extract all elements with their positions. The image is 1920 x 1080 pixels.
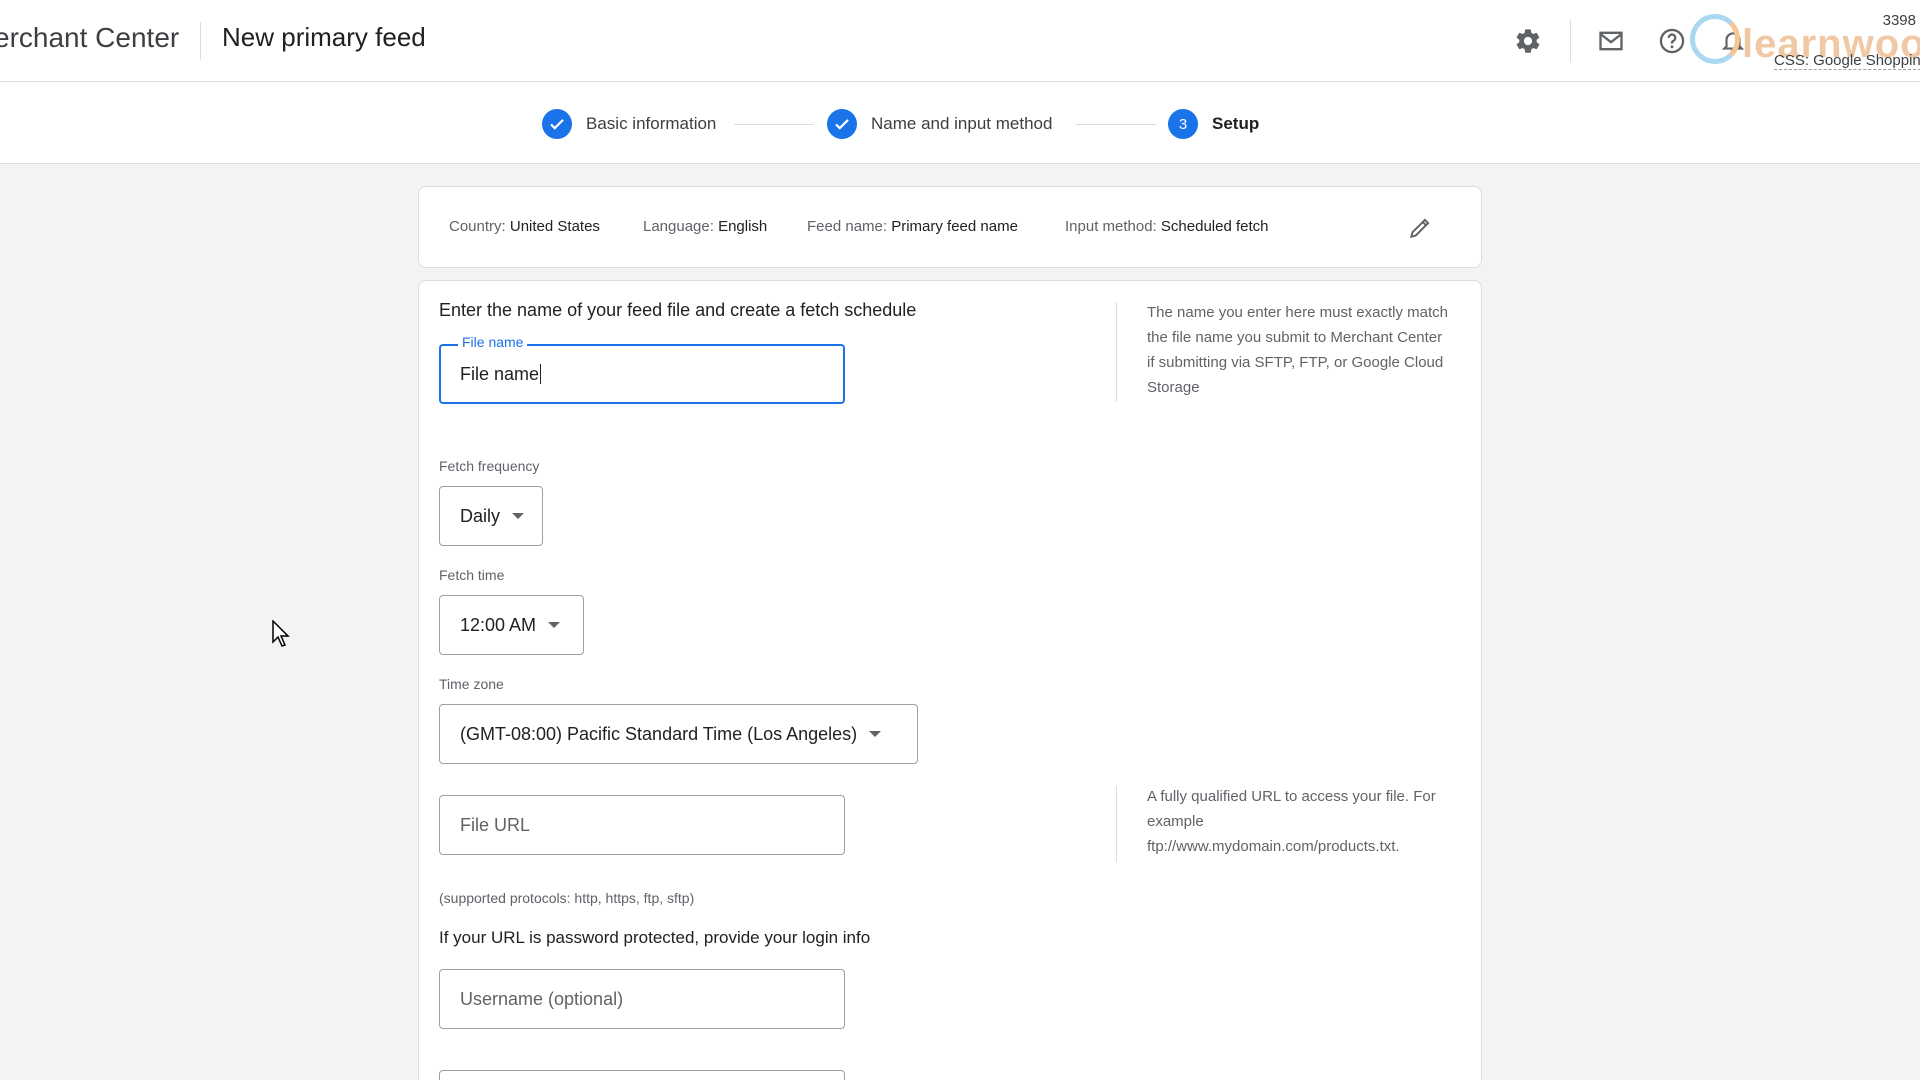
stepper: Basic information Name and input method …	[0, 82, 1920, 164]
mouse-cursor-icon	[272, 619, 292, 653]
help-divider	[1116, 786, 1117, 862]
summary-key: Country:	[449, 218, 506, 235]
summary-value: United States	[509, 218, 600, 235]
watermark-number: 3398	[1882, 12, 1916, 29]
file-name-help-text: The name you enter here must exactly mat…	[1147, 304, 1448, 396]
dropdown-arrow-icon	[548, 622, 561, 628]
summary-language: Language: English	[643, 218, 767, 235]
login-prompt-text: If your URL is password protected, provi…	[439, 928, 871, 947]
step-label: Name and input method	[871, 114, 1053, 133]
step-label: Basic information	[586, 114, 717, 133]
fetch-frequency-label: Fetch frequency	[439, 458, 540, 474]
check-icon	[542, 109, 572, 139]
watermark-caption: CSS: Google Shoppin	[1774, 52, 1920, 70]
summary-value: Primary feed name	[891, 218, 1018, 235]
app-title[interactable]: erchant Center	[0, 22, 179, 54]
summary-key: Input method:	[1065, 218, 1157, 235]
step-connector	[734, 124, 814, 125]
summary-value: Scheduled fetch	[1160, 218, 1269, 235]
fetch-frequency-select[interactable]: Daily	[439, 486, 543, 546]
time-zone-select[interactable]: (GMT-08:00) Pacific Standard Time (Los A…	[439, 704, 918, 764]
password-input[interactable]	[439, 1070, 845, 1080]
summary-feed-name: Feed name: Primary feed name	[807, 218, 1018, 235]
fetch-frequency-value: Daily	[460, 505, 501, 526]
step-label: Setup	[1212, 114, 1260, 133]
fetch-time-select[interactable]: 12:00 AM	[439, 595, 584, 655]
summary-country: Country: United States	[449, 218, 600, 235]
file-url-placeholder: File URL	[460, 814, 531, 835]
summary-key: Language:	[643, 218, 714, 235]
file-url-help-text: A fully qualified URL to access your fil…	[1147, 788, 1436, 855]
dropdown-arrow-icon	[512, 513, 525, 519]
watermark-logo-icon	[1690, 14, 1740, 64]
file-name-label: File name	[458, 334, 528, 350]
file-url-input[interactable]: File URL	[439, 795, 845, 855]
time-zone-label: Time zone	[439, 676, 504, 692]
username-input[interactable]: Username (optional)	[439, 969, 845, 1029]
step-name-and-input-method[interactable]: Name and input method	[827, 109, 1052, 139]
page-title: New primary feed	[222, 22, 426, 52]
file-name-value: File name	[460, 363, 540, 384]
dropdown-arrow-icon	[869, 731, 882, 737]
mail-icon[interactable]	[1594, 24, 1628, 58]
help-divider	[1116, 302, 1117, 402]
fetch-time-value: 12:00 AM	[460, 614, 537, 635]
step-connector	[1076, 124, 1156, 125]
form-heading: Enter the name of your feed file and cre…	[439, 300, 917, 320]
gear-icon[interactable]	[1511, 24, 1545, 58]
fetch-time-label: Fetch time	[439, 567, 505, 583]
step-number: 3	[1168, 109, 1198, 139]
summary-input-method: Input method: Scheduled fetch	[1065, 218, 1268, 235]
summary-key: Feed name:	[807, 218, 888, 235]
step-setup[interactable]: 3 Setup	[1168, 109, 1259, 139]
top-app-bar: erchant Center New primary feed learnwoo…	[0, 0, 1920, 82]
step-basic-information[interactable]: Basic information	[542, 109, 716, 139]
supported-protocols-text: (supported protocols: http, https, ftp, …	[439, 890, 695, 906]
summary-value: English	[718, 218, 768, 235]
check-icon	[827, 109, 857, 139]
icon-divider	[1570, 20, 1571, 62]
text-caret	[540, 364, 542, 384]
watermark: learnwoo 3398 CSS: Google Shoppin	[1680, 8, 1920, 74]
file-name-input[interactable]: File name	[439, 344, 845, 404]
edit-icon[interactable]	[1400, 212, 1440, 244]
username-placeholder: Username (optional)	[460, 988, 624, 1009]
time-zone-value: (GMT-08:00) Pacific Standard Time (Los A…	[460, 723, 858, 744]
title-divider	[200, 22, 201, 60]
